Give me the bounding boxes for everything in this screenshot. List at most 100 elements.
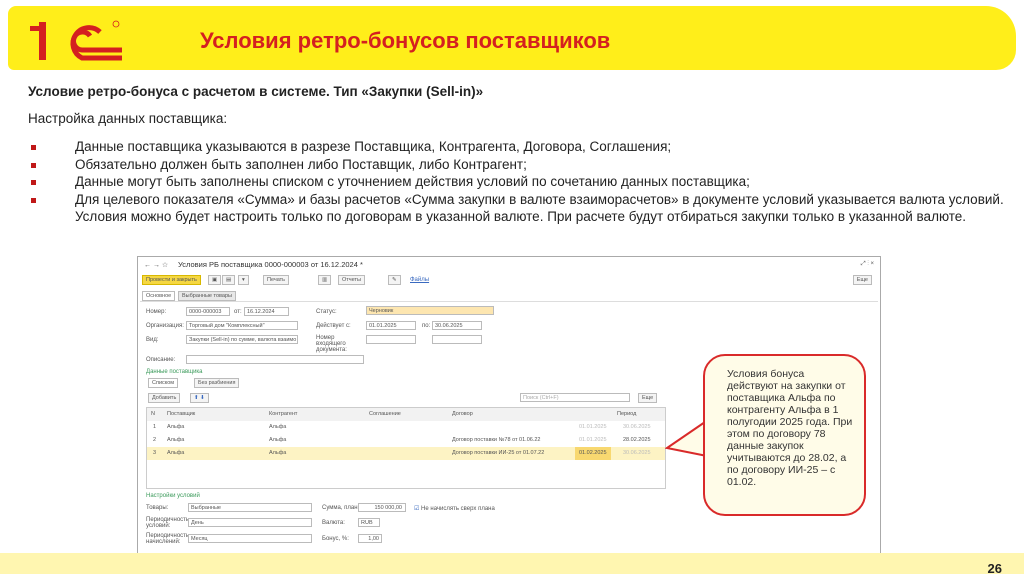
bullet-item: Данные поставщика указываются в разрезе … bbox=[28, 138, 1008, 156]
cell: 01.01.2025 bbox=[579, 437, 607, 443]
cell: 1 bbox=[153, 424, 157, 430]
bullet-text: Данные поставщика указываются в разрезе … bbox=[75, 139, 672, 154]
column-header: Соглашение bbox=[369, 411, 401, 417]
settings-section-title: Настройки условий bbox=[146, 493, 200, 499]
mode-list-toggle[interactable]: Списком bbox=[148, 378, 179, 388]
bullet-list: Данные поставщика указываются в разрезе … bbox=[28, 138, 1008, 226]
column-header: N bbox=[151, 411, 155, 417]
page-title: Условия ретро-бонусов поставщиков bbox=[200, 28, 611, 53]
valid-from-field[interactable]: 01.01.2025 bbox=[366, 321, 416, 330]
no-over-label: Не начислять сверх плана bbox=[421, 506, 495, 512]
incoming-number-label: Номер входящего документа: bbox=[316, 335, 347, 353]
window-controls-icon[interactable]: ⤢ ⋮ × bbox=[861, 261, 874, 268]
files-link[interactable]: Файлы bbox=[410, 277, 429, 283]
cell: 2 bbox=[153, 437, 157, 443]
bonus-field[interactable]: 1,00 bbox=[358, 534, 382, 543]
reports-button[interactable]: Отчеты bbox=[338, 275, 366, 285]
cell: Альфа bbox=[167, 437, 185, 443]
bullet-icon bbox=[31, 197, 36, 203]
attach-icon[interactable]: ✎ bbox=[388, 275, 401, 285]
table-row[interactable]: 1 Альфа Альфа 01.01.2025 30.06.2025 bbox=[147, 421, 665, 434]
window-title: Условия РБ поставщика 0000-000003 от 16.… bbox=[178, 260, 363, 269]
supplier-table: N Поставщик Контрагент Соглашение Догово… bbox=[146, 407, 666, 489]
tab-main[interactable]: Основное bbox=[142, 291, 176, 301]
goods-label: Товары: bbox=[146, 505, 169, 511]
sum-field[interactable]: 150 000,00 bbox=[358, 503, 406, 512]
bullet-icon bbox=[31, 180, 36, 185]
lead-text: Настройка данных поставщика: bbox=[28, 111, 228, 126]
valid-to-field[interactable]: 30.06.2025 bbox=[432, 321, 482, 330]
kind-label: Вид: bbox=[146, 337, 159, 343]
cell: Договор поставки №78 от 01.06.22 bbox=[452, 437, 541, 443]
post-icon[interactable]: ▤ bbox=[222, 275, 236, 285]
cell: Альфа bbox=[167, 450, 185, 456]
table-row[interactable]: 2 Альфа Альфа Договор поставки №78 от 01… bbox=[147, 434, 665, 447]
period-acc-label: Периодичность начислений: bbox=[146, 533, 190, 545]
bullet-text: Данные могут быть заполнены списком с ут… bbox=[75, 174, 750, 189]
bullet-item: Данные могут быть заполнены списком с ут… bbox=[28, 173, 1008, 191]
currency-select[interactable]: RUB bbox=[358, 518, 380, 527]
1c-logo bbox=[30, 20, 122, 61]
cell: Договор поставки ИИ-25 от 01.07.22 bbox=[452, 450, 545, 456]
supplier-section-title: Данные поставщика bbox=[146, 369, 203, 375]
add-button[interactable]: Добавить bbox=[148, 393, 181, 403]
period-cond-select[interactable]: День bbox=[188, 518, 312, 527]
period-cond-label: Периодичность условий: bbox=[146, 517, 190, 529]
goods-select[interactable]: Выбранные bbox=[188, 503, 312, 512]
table-header: N Поставщик Контрагент Соглашение Догово… bbox=[147, 408, 665, 421]
checkbox-checked-icon: ☑ bbox=[414, 506, 422, 512]
post-and-close-button[interactable]: Провести и закрыть bbox=[142, 275, 201, 285]
kind-select[interactable]: Закупки (Sell-in) по сумме, валюта взаим… bbox=[186, 335, 298, 344]
callout-note: Условия бонуса действуют на закупки от п… bbox=[703, 354, 866, 516]
description-label: Описание: bbox=[146, 357, 176, 363]
number-label: Номер: bbox=[146, 309, 167, 315]
no-over-checkbox[interactable]: ☑ Не начислять сверх плана bbox=[414, 505, 495, 512]
cell: 28.02.2025 bbox=[623, 437, 651, 443]
cell: Альфа bbox=[269, 437, 287, 443]
move-up-down-icon[interactable]: ⬆ ⬇ bbox=[190, 393, 209, 403]
valid-from-label: Действует с: bbox=[316, 323, 351, 329]
bullet-icon bbox=[31, 162, 36, 168]
sum-label: Сумма, план: bbox=[322, 505, 360, 511]
org-label: Организация: bbox=[146, 323, 184, 329]
table-row-selected[interactable]: 3 Альфа Альфа Договор поставки ИИ-25 от … bbox=[147, 447, 665, 460]
organization-select[interactable]: Торговый дом "Комплексный" bbox=[186, 321, 298, 330]
bullet-text: Для целевого показателя «Сумма» и базы р… bbox=[75, 191, 1004, 225]
bullet-text: Обязательно должен быть заполнен либо По… bbox=[75, 156, 527, 172]
incoming-number-field[interactable] bbox=[366, 335, 416, 344]
incoming-date-field[interactable] bbox=[432, 335, 482, 344]
save-icon[interactable]: ▣ bbox=[208, 275, 222, 285]
status-select[interactable]: Черновик bbox=[366, 306, 494, 315]
bullet-icon bbox=[31, 145, 36, 150]
period-acc-select[interactable]: Месяц bbox=[188, 534, 312, 543]
cell: Альфа bbox=[269, 424, 287, 430]
print-button[interactable]: Печать bbox=[263, 275, 290, 285]
description-field[interactable] bbox=[186, 355, 364, 364]
number-field[interactable]: 0000-000003 bbox=[186, 307, 230, 316]
valid-to-label: по: bbox=[422, 323, 431, 329]
cell: Альфа bbox=[269, 450, 287, 456]
bonus-label: Бонус, %: bbox=[322, 536, 349, 542]
nav-arrows-icon[interactable]: ← → ☆ bbox=[144, 261, 168, 269]
mode-none-toggle[interactable]: Без разбиения bbox=[194, 378, 240, 388]
create-based-icon[interactable]: ▾ bbox=[238, 275, 249, 285]
search-input[interactable]: Поиск (Ctrl+F) bbox=[520, 393, 630, 402]
cell: 30.06.2025 bbox=[623, 424, 651, 430]
bullet-item: Для целевого показателя «Сумма» и базы р… bbox=[28, 191, 1008, 226]
more-button[interactable]: Еще bbox=[852, 275, 872, 285]
column-header: Контрагент bbox=[269, 411, 298, 417]
delete-icon[interactable]: ▥ bbox=[318, 275, 332, 285]
table-more-button[interactable]: Еще bbox=[638, 393, 658, 403]
bullet-item: Обязательно должен быть заполнен либо По… bbox=[28, 156, 1008, 174]
subtitle: Условие ретро-бонуса с расчетом в систем… bbox=[28, 84, 484, 99]
tab-selected-goods[interactable]: Выбранные товары bbox=[178, 291, 236, 301]
footer-bar bbox=[0, 553, 1024, 574]
column-header: Период bbox=[617, 411, 637, 417]
currency-label: Валюта: bbox=[322, 520, 345, 526]
column-header: Поставщик bbox=[167, 411, 196, 417]
date-field[interactable]: 16.12.2024 bbox=[244, 307, 289, 316]
status-label: Статус: bbox=[316, 309, 337, 315]
column-header: Договор bbox=[452, 411, 473, 417]
cell: 30.06.2025 bbox=[623, 450, 651, 456]
cell: 01.01.2025 bbox=[579, 424, 607, 430]
